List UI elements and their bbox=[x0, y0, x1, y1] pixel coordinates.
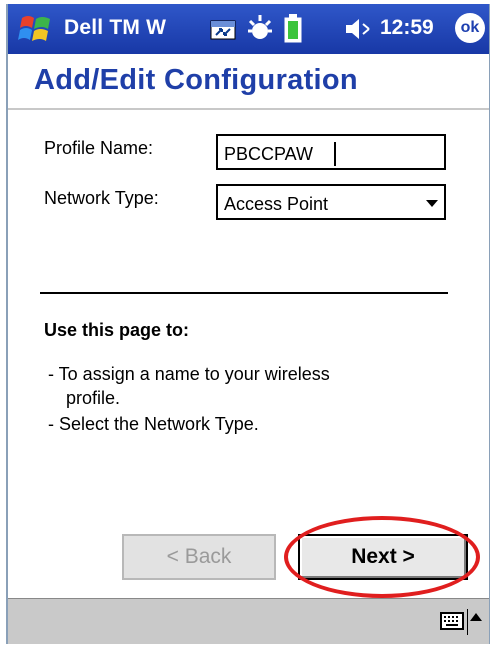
next-button[interactable]: Next > bbox=[298, 534, 468, 580]
network-type-value: Access Point bbox=[224, 194, 329, 214]
windows-start-icon[interactable] bbox=[18, 12, 54, 46]
section-divider bbox=[40, 292, 448, 294]
help-line: profile. bbox=[66, 388, 121, 408]
page-title: Add/Edit Configuration bbox=[34, 64, 358, 96]
keyboard-icon[interactable] bbox=[440, 611, 464, 631]
help-line: - To assign a name to your wireless bbox=[48, 364, 330, 384]
input-panel-up-arrow-icon[interactable] bbox=[470, 613, 482, 621]
wireless-status-icon[interactable] bbox=[246, 13, 274, 45]
help-heading: Use this page to: bbox=[44, 320, 190, 340]
ok-button[interactable]: ok bbox=[455, 13, 485, 43]
pocketpc-screen: Dell TM W 12:59 ok Add/Edit Configuratio… bbox=[6, 4, 490, 644]
dropdown-arrow-icon[interactable] bbox=[426, 200, 438, 207]
header-divider bbox=[8, 108, 489, 110]
profile-name-label: Profile Name: bbox=[44, 138, 154, 158]
app-title: Dell TM W bbox=[64, 16, 167, 39]
network-type-select[interactable]: Access Point bbox=[216, 184, 446, 220]
clock[interactable]: 12:59 bbox=[380, 16, 434, 40]
input-panel-separator bbox=[467, 609, 468, 635]
volume-icon[interactable] bbox=[344, 16, 372, 42]
battery-icon[interactable] bbox=[284, 13, 302, 43]
network-type-label: Network Type: bbox=[44, 188, 159, 208]
profile-name-value: PBCCPAW bbox=[224, 144, 314, 164]
title-bar: Dell TM W 12:59 ok bbox=[8, 4, 489, 54]
help-line: - Select the Network Type. bbox=[48, 414, 259, 434]
back-button[interactable]: < Back bbox=[122, 534, 276, 580]
text-caret bbox=[334, 142, 336, 166]
bottom-menu-bar bbox=[8, 598, 489, 644]
profile-name-input[interactable]: PBCCPAW bbox=[216, 134, 446, 170]
connectivity-icon[interactable] bbox=[210, 13, 236, 43]
